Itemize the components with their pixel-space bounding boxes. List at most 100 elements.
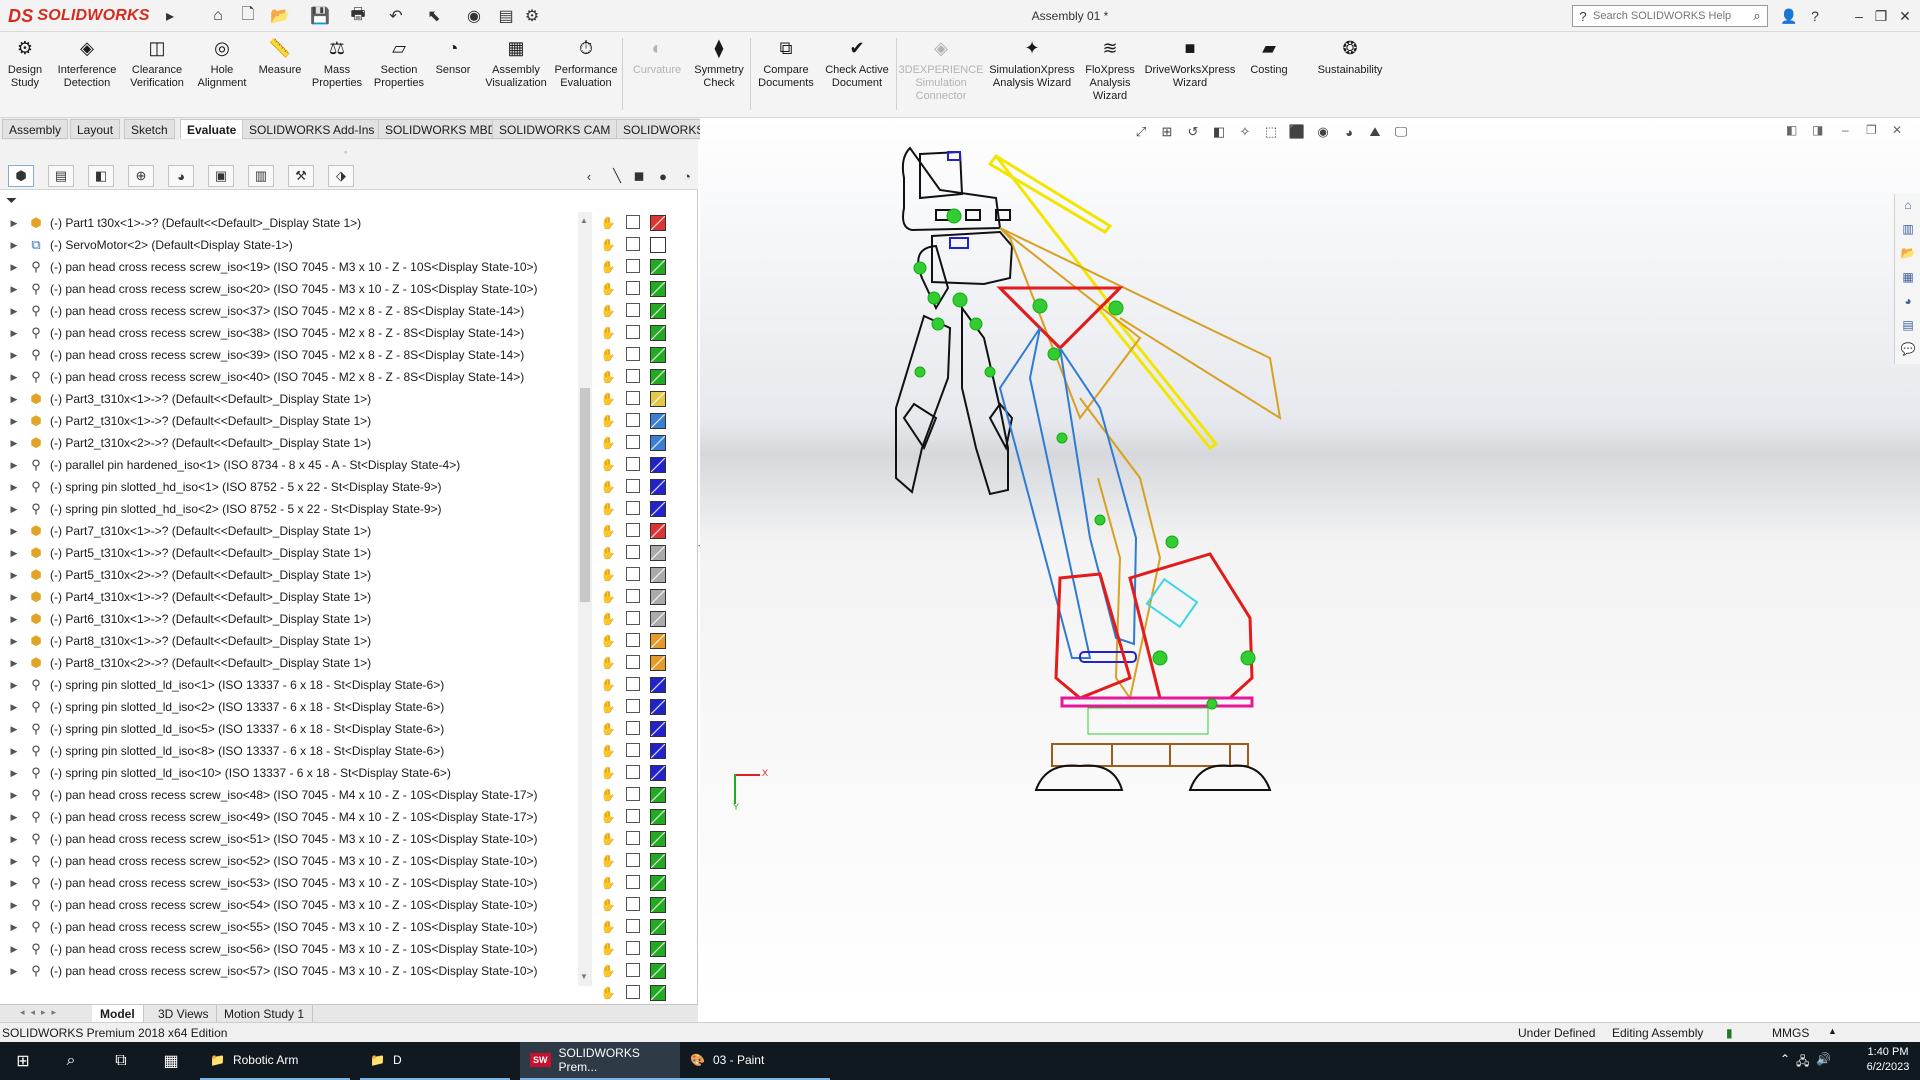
display-mode-icon[interactable] bbox=[626, 545, 640, 559]
display-mode-icon[interactable] bbox=[626, 765, 640, 779]
expand-arrow-icon[interactable]: ▶ bbox=[8, 526, 20, 537]
hide-show-icon[interactable]: ✋ bbox=[600, 457, 616, 473]
display-mode-icon[interactable] bbox=[626, 479, 640, 493]
expand-arrow-icon[interactable]: ▶ bbox=[8, 372, 20, 383]
taskbar-app-d[interactable]: 📁 D bbox=[360, 1042, 510, 1080]
tree-item[interactable]: ▶ ⚲ (-) spring pin slotted_ld_iso<2> (ISO … bbox=[0, 696, 586, 718]
expand-arrow-icon[interactable]: ▶ bbox=[8, 658, 20, 669]
hide-show-icon[interactable]: ✋ bbox=[600, 611, 616, 627]
appearance-swatch-icon[interactable] bbox=[650, 831, 666, 847]
scroll-thumb[interactable] bbox=[580, 388, 590, 602]
hide-show-icon[interactable]: ✋ bbox=[600, 281, 616, 297]
tree-scrollbar[interactable]: ▲ ▼ bbox=[578, 212, 592, 986]
design-study-button[interactable]: ⚙ Design Study bbox=[6, 36, 44, 112]
tree-item[interactable]: ▶ ⬢ (-) Part5_t310x<2>->? (Default<<Defaul… bbox=[0, 564, 586, 586]
home-icon[interactable]: ⌂ bbox=[206, 4, 230, 28]
appearance-swatch-icon[interactable] bbox=[650, 215, 666, 231]
appearance-swatch-icon[interactable] bbox=[650, 985, 666, 1001]
performance-evaluation-button[interactable]: ⏱ Performance Evaluation bbox=[552, 36, 620, 112]
curvature-button[interactable]: ◐ Curvature bbox=[630, 36, 684, 112]
hide-show-icon[interactable]: ✋ bbox=[600, 589, 616, 605]
appearance-swatch-icon[interactable] bbox=[650, 611, 666, 627]
display-manager-icon[interactable]: ◕ bbox=[168, 165, 194, 187]
appearance-swatch-icon[interactable] bbox=[650, 787, 666, 803]
expand-arrow-icon[interactable]: ▶ bbox=[8, 240, 20, 251]
display-mode-icon[interactable] bbox=[626, 941, 640, 955]
appearance-swatch-icon[interactable] bbox=[650, 765, 666, 781]
expand-arrow-icon[interactable]: ▶ bbox=[8, 548, 20, 559]
tree-item[interactable]: ▶ ⬢ (-) Part3_t310x<1>->? (Default<<Defaul… bbox=[0, 388, 586, 410]
tree-item[interactable]: ▶ ⚲ (-) pan head cross recess screw_iso<49… bbox=[0, 806, 586, 828]
display-mode-icon[interactable] bbox=[626, 611, 640, 625]
section-view-icon[interactable]: ◧ bbox=[1208, 122, 1230, 142]
tab-sketch[interactable]: Sketch bbox=[124, 119, 175, 139]
appearance-swatch-icon[interactable] bbox=[650, 743, 666, 759]
appearance-swatch-icon[interactable] bbox=[650, 259, 666, 275]
graphics-area[interactable]: X Y bbox=[700, 118, 1920, 1004]
tree-item[interactable]: ▶ ⚲ (-) pan head cross recess screw_iso<38… bbox=[0, 322, 586, 344]
tree-item[interactable]: ▶ ⚲ (-) pan head cross recess screw_iso<55… bbox=[0, 916, 586, 938]
bottom-tab-model[interactable]: Model bbox=[92, 1005, 144, 1023]
dimxpert-icon[interactable]: ⊕ bbox=[128, 165, 154, 187]
hide-show-icon[interactable]: ✋ bbox=[600, 963, 616, 979]
taskbar-clock[interactable]: 1:40 PM 6/2/2023 bbox=[1860, 1045, 1916, 1075]
expand-arrow-icon[interactable]: ▶ bbox=[8, 878, 20, 889]
scene-icon[interactable]: ◔ bbox=[674, 165, 700, 187]
cam-feature-tree-icon[interactable]: ▣ bbox=[208, 165, 234, 187]
tab-scroll-arrows-icon[interactable]: ◂◂▸▸ bbox=[20, 1007, 90, 1021]
traffic-light-icon[interactable]: ◉ bbox=[462, 4, 486, 28]
appearances-scenes-icon[interactable]: ◕ bbox=[1899, 294, 1917, 312]
solidworks-resources-icon[interactable]: ⌂ bbox=[1899, 198, 1917, 216]
tree-item[interactable]: ▶ ⬢ (-) Part4_t310x<1>->? (Default<<Defaul… bbox=[0, 586, 586, 608]
hide-show-icon[interactable]: ✋ bbox=[600, 809, 616, 825]
appearance-swatch-icon[interactable] bbox=[650, 325, 666, 341]
search-button[interactable]: ⌕ bbox=[58, 1042, 84, 1080]
expand-arrow-icon[interactable]: ▶ bbox=[8, 746, 20, 757]
display-mode-icon[interactable] bbox=[626, 897, 640, 911]
sensor-button[interactable]: ◔ Sensor bbox=[432, 36, 474, 112]
costing-button[interactable]: ▰ Costing bbox=[1244, 36, 1294, 112]
tree-item[interactable]: ▶ ⚲ (-) spring pin slotted_ld_iso<10> (ISO… bbox=[0, 762, 586, 784]
display-mode-icon[interactable] bbox=[626, 237, 640, 251]
options-gear-icon[interactable]: ⚙ bbox=[520, 4, 544, 28]
floxpress-button[interactable]: ≋ FloXpress Analysis Wizard bbox=[1080, 36, 1140, 112]
tree-item[interactable]: ▶ ⚲ (-) pan head cross recess screw_iso<52… bbox=[0, 850, 586, 872]
tree-item[interactable]: ▶ ⧉ (-) ServoMotor<2> (Default<Display Sta… bbox=[0, 234, 586, 256]
expand-arrow-icon[interactable]: ▶ bbox=[8, 922, 20, 933]
display-mode-icon[interactable] bbox=[626, 215, 640, 229]
close-button[interactable]: ✕ bbox=[1892, 4, 1918, 28]
save-icon[interactable]: 💾 bbox=[308, 4, 332, 28]
appearance-swatch-icon[interactable] bbox=[650, 281, 666, 297]
taskbar-app-robotic-arm[interactable]: 📁 Robotic Arm bbox=[200, 1042, 350, 1080]
appearance-swatch-icon[interactable] bbox=[650, 897, 666, 913]
scroll-down-icon[interactable]: ▼ bbox=[580, 972, 588, 981]
3dexperience-simulation-connector-button[interactable]: ◈ 3DEXPERIENCE Simulation Connector bbox=[899, 36, 984, 112]
doc-restore-icon[interactable]: ❐ bbox=[1866, 123, 1877, 137]
appearance-swatch-icon[interactable] bbox=[650, 963, 666, 979]
appearance-swatch-icon[interactable] bbox=[650, 369, 666, 385]
assembly-visualization-button[interactable]: ▦ Assembly Visualization bbox=[480, 36, 552, 112]
sustainability-button[interactable]: ❂ Sustainability bbox=[1312, 36, 1388, 112]
help-icon[interactable]: ? bbox=[1802, 4, 1828, 28]
display-mode-icon[interactable] bbox=[626, 831, 640, 845]
expand-arrow-icon[interactable]: ▶ bbox=[8, 328, 20, 339]
task-view-button[interactable]: ⧉ bbox=[108, 1042, 134, 1080]
collapse-panel-icon[interactable]: ‹ bbox=[576, 165, 602, 187]
display-mode-icon[interactable] bbox=[626, 501, 640, 515]
interference-detection-button[interactable]: ◈ Interference Detection bbox=[54, 36, 120, 112]
display-mode-icon[interactable] bbox=[626, 809, 640, 823]
tree-item[interactable]: ▶ ⚲ (-) pan head cross recess screw_iso<40… bbox=[0, 366, 586, 388]
tab-assembly[interactable]: Assembly bbox=[2, 119, 69, 139]
network-icon[interactable]: 🖧 bbox=[1796, 1052, 1809, 1073]
hide-show-items-icon[interactable]: ◉ bbox=[1312, 122, 1334, 142]
appearance-swatch-icon[interactable] bbox=[650, 567, 666, 583]
expand-arrow-icon[interactable]: ▶ bbox=[8, 834, 20, 845]
filter-icon[interactable]: ⏷ bbox=[6, 192, 17, 209]
tree-item[interactable]: ▶ ⚲ (-) pan head cross recess screw_iso<53… bbox=[0, 872, 586, 894]
hide-show-icon[interactable]: ✋ bbox=[600, 391, 616, 407]
display-mode-icon[interactable] bbox=[626, 369, 640, 383]
hide-show-icon[interactable]: ✋ bbox=[600, 743, 616, 759]
search-icon[interactable]: ⌕ bbox=[1747, 8, 1767, 24]
display-mode-icon[interactable] bbox=[626, 633, 640, 647]
display-mode-icon[interactable] bbox=[626, 567, 640, 581]
